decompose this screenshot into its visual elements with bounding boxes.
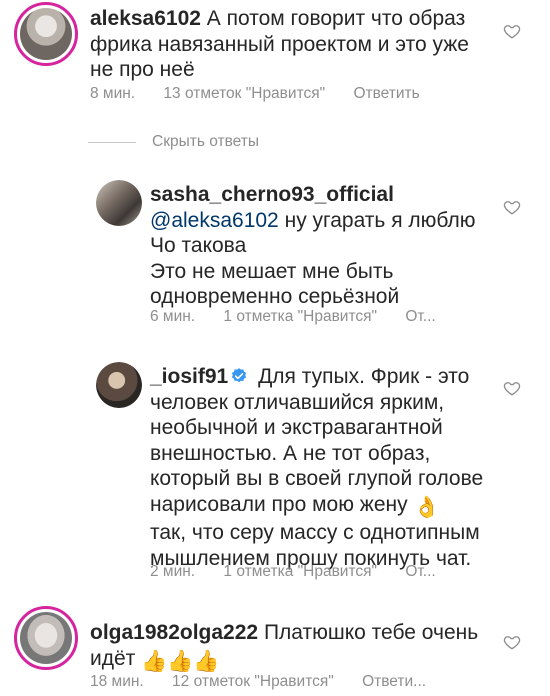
comment-meta: 2 мин. 1 отметка "Нравится" От... [150,563,436,581]
heart-icon[interactable] [503,633,521,651]
hide-replies-button[interactable]: Скрыть ответы [88,132,259,152]
comment-meta: 8 мин. 13 отметок "Нравится" Ответить [90,85,444,103]
comment-time: 6 мин. [150,308,196,325]
reply-button[interactable]: От... [405,308,435,325]
heart-icon[interactable] [503,22,521,40]
comment-meta: 6 мин. 1 отметка "Нравится" От... [150,308,436,326]
likes-count[interactable]: 13 отметок "Нравится" [163,85,325,102]
reply-button[interactable]: Ответить [353,85,419,102]
avatar[interactable] [96,362,142,408]
comment-text: _iosif91 Для тупых. Фрик - это человек о… [150,365,484,570]
username[interactable]: _iosif91 [150,365,228,388]
comment-time: 2 мин. [150,563,196,580]
divider [88,141,136,143]
avatar[interactable] [14,606,78,670]
likes-count[interactable]: 1 отметка "Нравится" [223,563,377,580]
avatar[interactable] [96,180,142,226]
username[interactable]: sasha_cherno93_official [150,183,394,206]
likes-count[interactable]: 1 отметка "Нравится" [223,308,377,325]
comment-time: 8 мин. [90,85,136,102]
thumbs-up-emoji: 👍👍👍 [141,649,220,673]
comment-text: sasha_cherno93_official @aleksa6102 ну у… [150,183,476,308]
heart-icon[interactable] [503,379,521,397]
comment-time: 18 мин. [90,673,144,690]
mention-link[interactable]: @aleksa6102 [150,209,279,232]
likes-count[interactable]: 12 отметок "Нравится" [172,673,334,690]
verified-badge-icon [232,368,247,383]
ok-hand-emoji: 👌 [413,495,440,519]
comment-text: aleksa6102 А потом говорит что образ фри… [90,7,469,81]
username[interactable]: olga1982olga222 [90,621,258,644]
heart-icon[interactable] [503,198,521,216]
reply-button[interactable]: Ответи... [362,673,426,690]
username[interactable]: aleksa6102 [90,7,201,30]
avatar[interactable] [14,2,78,66]
comment-meta: 18 мин. 12 отметок "Нравится" Ответи... [90,673,426,691]
comment-text: olga1982olga222 Платюшко тебе очень идёт… [90,621,479,673]
reply-button[interactable]: От... [405,563,435,580]
